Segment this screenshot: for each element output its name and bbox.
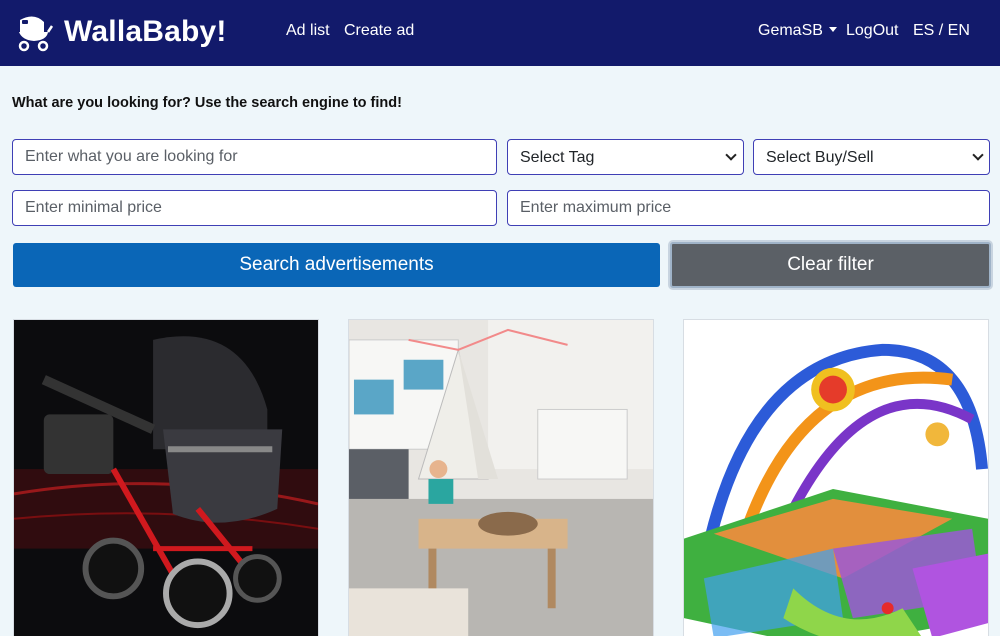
nav-create-ad-link[interactable]: Create ad — [344, 22, 414, 40]
user-menu-dropdown[interactable]: GemaSB — [758, 22, 837, 40]
min-price-input[interactable] — [12, 190, 497, 226]
search-heading: What are you looking for? Use the search… — [12, 95, 402, 111]
ad-card[interactable] — [13, 319, 319, 636]
max-price-input[interactable] — [507, 190, 990, 226]
logout-link[interactable]: LogOut — [846, 22, 898, 40]
nav-ad-list-link[interactable]: Ad list — [286, 22, 330, 40]
search-button[interactable]: Search advertisements — [13, 243, 660, 287]
language-switch[interactable]: ES / EN — [913, 22, 970, 40]
brand-link[interactable]: WallaBaby! — [14, 10, 227, 54]
search-query-input[interactable] — [12, 139, 497, 175]
buysell-select[interactable]: Select Buy/Sell — [753, 139, 990, 175]
baby-carriage-icon — [18, 16, 54, 52]
stroller-image — [14, 320, 318, 636]
ad-card[interactable] — [683, 319, 989, 636]
ad-card[interactable] — [348, 319, 654, 636]
clear-filter-button[interactable]: Clear filter — [670, 242, 991, 288]
baby-play-gym-image — [684, 320, 988, 636]
user-name: GemaSB — [758, 22, 823, 39]
playroom-image — [349, 320, 653, 636]
caret-down-icon — [828, 27, 837, 32]
navbar: WallaBaby! Ad list Create ad GemaSB LogO… — [0, 0, 1000, 66]
brand-name: WallaBaby! — [64, 15, 227, 48]
tag-select[interactable]: Select Tag — [507, 139, 744, 175]
